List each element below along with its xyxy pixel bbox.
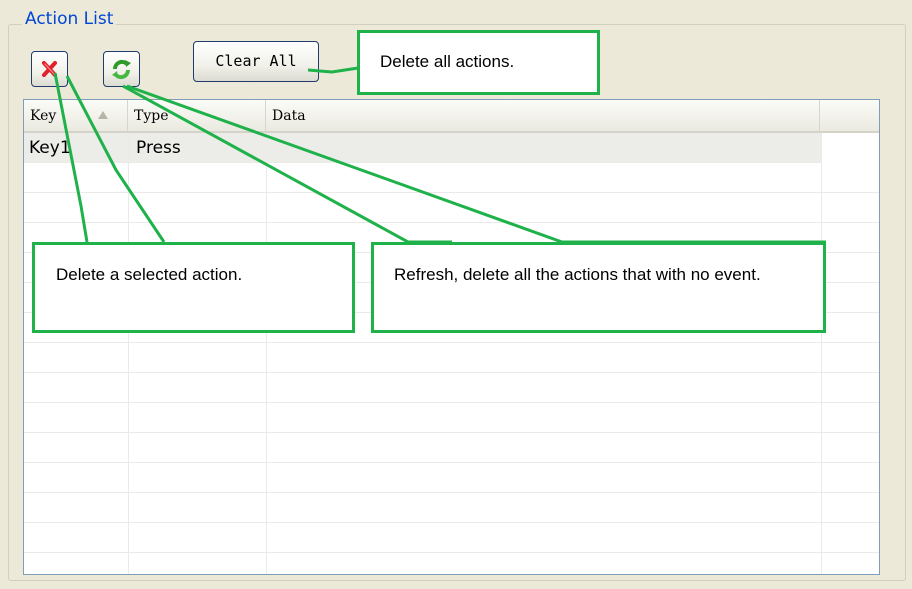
column-divider <box>821 133 822 574</box>
table-row[interactable]: Key1 Press <box>24 133 821 163</box>
action-list-panel: Action List Clear All Key Type Data Key1… <box>0 0 912 589</box>
column-header-data[interactable]: Data <box>266 100 820 131</box>
empty-row <box>24 493 879 523</box>
column-divider <box>128 133 129 574</box>
column-header-key[interactable]: Key <box>24 100 128 131</box>
column-header-label: Key <box>30 108 57 124</box>
callout-text: Refresh, delete all the actions that wit… <box>394 265 761 284</box>
empty-row <box>24 373 879 403</box>
column-divider <box>266 133 267 574</box>
sort-ascending-icon <box>98 111 108 119</box>
cell-type: Press <box>136 138 181 158</box>
delete-action-button[interactable] <box>31 51 68 87</box>
empty-row <box>24 403 879 433</box>
empty-row <box>24 523 879 553</box>
action-list-table[interactable]: Key Type Data Key1 Press <box>23 99 880 575</box>
empty-row <box>24 163 879 193</box>
callout-text: Delete a selected action. <box>56 265 243 284</box>
refresh-button[interactable] <box>103 51 140 87</box>
clear-all-button[interactable]: Clear All <box>193 41 319 82</box>
column-header-extra[interactable] <box>820 100 879 131</box>
empty-row <box>24 553 879 574</box>
empty-row <box>24 433 879 463</box>
column-header-type[interactable]: Type <box>128 100 266 131</box>
callout-delete: Delete a selected action. <box>32 242 355 333</box>
delete-x-icon <box>42 61 57 77</box>
callout-clear-all: Delete all actions. <box>357 30 600 95</box>
table-header: Key Type Data <box>24 100 879 133</box>
group-title: Action List <box>22 8 117 30</box>
empty-row <box>24 463 879 493</box>
empty-row <box>24 343 879 373</box>
column-header-label: Data <box>272 108 306 124</box>
table-body: Key1 Press <box>24 133 879 574</box>
empty-row <box>24 193 879 223</box>
callout-refresh: Refresh, delete all the actions that wit… <box>371 242 826 333</box>
column-header-label: Type <box>134 108 169 124</box>
callout-text: Delete all actions. <box>380 52 515 71</box>
cell-key: Key1 <box>29 138 71 158</box>
refresh-arrows-icon <box>112 59 131 80</box>
